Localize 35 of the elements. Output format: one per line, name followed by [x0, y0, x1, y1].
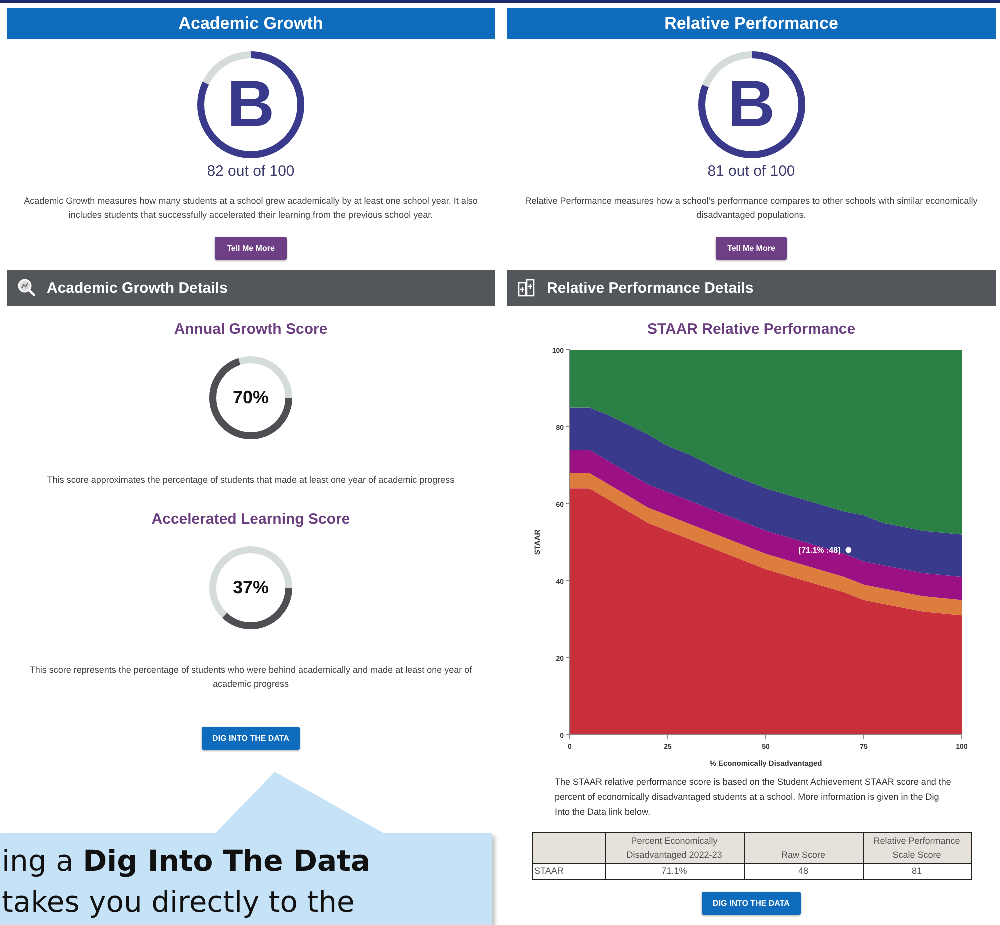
magnifier-icon — [17, 278, 37, 298]
score-text: 81 out of 100 — [708, 163, 796, 180]
point-label: [71.1% :48] — [798, 546, 841, 556]
data-point — [846, 547, 852, 554]
description-text: Academic Growth measures how many students at a school grew academically by at least one school year. It also includes students that successfully accelerated their learning from the previous school year. — [23, 195, 479, 222]
description-text: This score approximates the percentage of students that made at least one year of academic progress — [46, 474, 456, 487]
callout-text: ing a Dig Into The Data — [1, 843, 372, 880]
column-header: Relative Performance Scale Score — [863, 832, 971, 864]
score-text: 82 out of 100 — [207, 163, 295, 180]
score-title: Annual Growth Score — [174, 321, 328, 338]
details-title: Academic Growth Details — [47, 280, 228, 296]
dig-into-data-button[interactable]: DIG INTO THE DATA — [702, 892, 801, 915]
column-header: Raw Score — [744, 832, 863, 864]
table-cell: 48 — [744, 864, 863, 880]
callout-text: takes you directly to the — [1, 884, 356, 921]
table-cell: 71.1% — [605, 864, 744, 880]
section-header: Relative Performance — [507, 8, 996, 39]
percent-value: 37% — [232, 578, 270, 598]
percent-value: 70% — [232, 388, 270, 408]
chart-title: STAAR Relative Performance — [647, 321, 856, 338]
section-header: Academic Growth — [7, 8, 495, 39]
row-label: STAAR — [532, 864, 605, 880]
column-header: Percent Economically Disadvantaged 2022-23 — [605, 832, 744, 864]
chart-description: The STAAR relative performance score is based on the Student Achievement STAAR score and the percent of economically disadvantaged students at a school. More information is given in the Dig Into the Data link below. — [554, 776, 952, 819]
tell-me-more-button[interactable]: Tell Me More — [716, 237, 788, 260]
grade-letter: B — [227, 70, 275, 137]
tell-me-more-button[interactable]: Tell Me More — [215, 237, 287, 260]
description-text: This score represents the percentage of students who were behind academically and made at least one year of academic progress — [28, 664, 474, 691]
dig-into-data-button[interactable]: DIG INTO THE DATA — [202, 727, 300, 750]
table-cell: 81 — [863, 864, 971, 880]
grade-letter: B — [728, 70, 776, 137]
score-title: Accelerated Learning Score — [152, 511, 350, 528]
details-title: Relative Performance Details — [547, 280, 754, 296]
description-text: Relative Performance measures how a school's performance compares to other schools with similar economically disadvantaged populations. — [524, 195, 979, 222]
clipboard-icon — [517, 278, 537, 298]
